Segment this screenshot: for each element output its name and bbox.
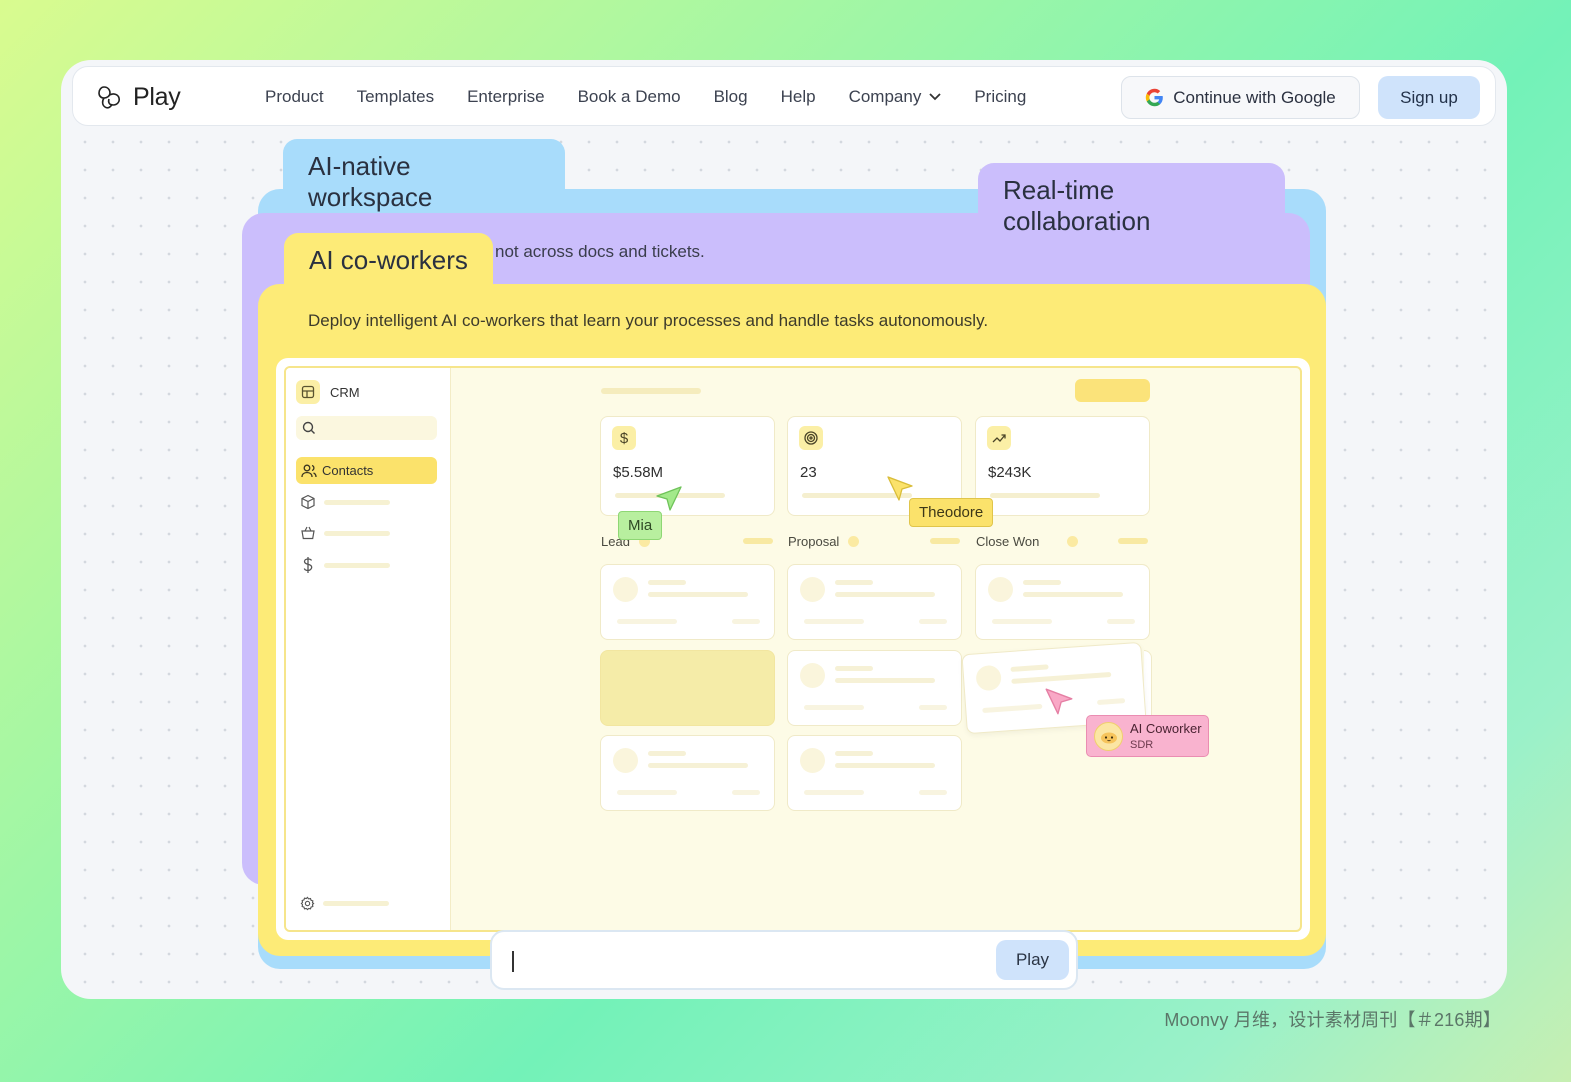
stat-card-revenue: $ $5.58M: [600, 416, 775, 516]
search-icon: [302, 421, 315, 434]
ai-coworker-role: SDR: [1130, 739, 1154, 751]
stat-placeholder-line: [990, 493, 1100, 498]
column-title: Close Won: [976, 534, 1040, 549]
sign-up-button[interactable]: Sign up: [1378, 76, 1480, 119]
sidebar-item-contacts[interactable]: Contacts: [296, 457, 437, 484]
sidebar-item-contacts-label: Contacts: [322, 463, 374, 478]
continue-with-google-label: Continue with Google: [1173, 87, 1336, 107]
text-caret: [512, 951, 514, 972]
folder-tab-ai-co-workers[interactable]: AI co-workers: [284, 233, 493, 305]
crm-app-preview: CRM Contacts $ $5.58M 23 $243K Lead Prop…: [276, 358, 1310, 940]
google-icon: [1146, 88, 1164, 107]
deal-card[interactable]: [787, 564, 962, 640]
top-navbar: Play Product Templates Enterprise Book a…: [72, 66, 1496, 126]
sidebar-placeholder-line: [323, 901, 389, 906]
column-header-close-won: Close Won: [976, 534, 1079, 549]
sidebar-placeholder-line: [324, 499, 390, 505]
watermark-credit: Moonvy 月维，设计素材周刊【＃216期】: [1164, 1010, 1501, 1030]
crm-header: CRM: [296, 380, 360, 404]
deal-card[interactable]: [787, 650, 962, 726]
nav-link-pricing[interactable]: Pricing: [974, 87, 1026, 107]
crm-title: CRM: [330, 384, 360, 400]
stat-card-growth: $243K: [975, 416, 1150, 516]
cursor-label-theodore: Theodore: [909, 498, 994, 527]
brand-name: Play: [133, 82, 181, 111]
crm-search-input[interactable]: [296, 416, 437, 440]
target-icon: [799, 426, 823, 450]
nav-link-company[interactable]: Company: [849, 87, 942, 107]
nav-link-help[interactable]: Help: [781, 87, 816, 107]
nav-link-enterprise[interactable]: Enterprise: [467, 87, 544, 107]
stat-value: $243K: [988, 464, 1032, 481]
sidebar-item-products[interactable]: [300, 494, 390, 510]
deal-card[interactable]: [975, 564, 1150, 640]
page-title-placeholder: [601, 388, 701, 394]
trend-up-icon: [987, 426, 1011, 450]
crm-sidebar: CRM Contacts: [286, 368, 451, 930]
ai-coworker-name: AI Coworker: [1130, 721, 1202, 736]
deal-card[interactable]: [787, 735, 962, 811]
cursor-label-mia: Mia: [618, 511, 663, 540]
sidebar-placeholder-line: [324, 562, 390, 568]
chevron-down-icon: [929, 93, 941, 101]
sidebar-item-deals[interactable]: [300, 556, 390, 574]
basket-icon: [301, 526, 315, 540]
sidebar-placeholder-line: [324, 530, 390, 536]
column-status-dot: [848, 536, 860, 547]
column-placeholder-bar: [743, 538, 773, 544]
folder-tab-real-time-collaboration[interactable]: Real-time collaboration: [978, 163, 1285, 236]
sidebar-item-baskets[interactable]: [300, 525, 390, 541]
sidebar-item-settings[interactable]: [300, 896, 389, 911]
folder-purple-subtitle: not across docs and tickets.: [495, 242, 705, 261]
stat-value: $5.58M: [613, 464, 664, 481]
deal-card[interactable]: [600, 735, 775, 811]
ai-coworker-badge: AI Coworker SDR: [1086, 715, 1209, 757]
prompt-input-bar[interactable]: Play: [490, 930, 1078, 990]
grid-icon: [296, 380, 320, 404]
continue-with-google-button[interactable]: Continue with Google: [1121, 76, 1360, 119]
dollar-icon: $: [612, 426, 636, 450]
nav-link-product[interactable]: Product: [265, 87, 324, 107]
bot-face-icon: [1100, 732, 1117, 743]
brand-logo[interactable]: Play: [95, 81, 181, 113]
stat-value: 23: [800, 464, 817, 481]
cursor-arrow-icon: [1045, 688, 1073, 715]
column-title: Proposal: [788, 534, 840, 549]
cursor-arrow-icon: [656, 486, 682, 511]
nav-link-book-demo[interactable]: Book a Demo: [578, 87, 681, 107]
primary-action-placeholder-button[interactable]: [1075, 379, 1150, 402]
page-frame: Play Product Templates Enterprise Book a…: [61, 60, 1507, 999]
column-header-proposal: Proposal: [788, 534, 860, 549]
nav-links: Product Templates Enterprise Book a Demo…: [265, 67, 1059, 127]
folder-tab-ai-native-workspace[interactable]: AI-native workspace: [283, 139, 565, 212]
dollar-icon: [303, 557, 313, 573]
column-status-dot: [1067, 536, 1079, 547]
deal-card[interactable]: [600, 564, 775, 640]
nav-link-blog[interactable]: Blog: [714, 87, 748, 107]
play-submit-button[interactable]: Play: [996, 940, 1069, 980]
column-placeholder-bar: [930, 538, 960, 544]
play-logo-icon: [98, 86, 120, 109]
box-icon: [301, 494, 315, 510]
deal-card-drop-slot: [600, 650, 775, 726]
crm-app-inner: CRM Contacts $ $5.58M 23 $243K Lead Prop…: [284, 366, 1302, 932]
column-placeholder-bar: [1118, 538, 1148, 544]
users-icon: [301, 464, 317, 477]
nav-link-company-label: Company: [848, 87, 922, 106]
nav-link-templates[interactable]: Templates: [357, 87, 434, 107]
folder-yellow-subtitle: Deploy intelligent AI co-workers that le…: [308, 311, 989, 330]
gear-icon: [300, 896, 315, 911]
ai-coworker-avatar: [1094, 722, 1123, 751]
